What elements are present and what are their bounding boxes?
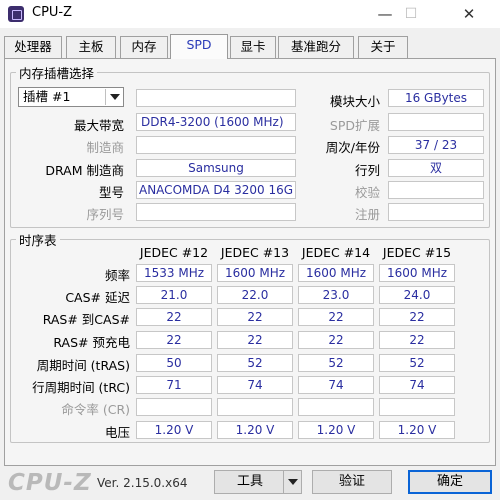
voltage-label: 电压 [104,425,130,440]
maximize-button[interactable]: ☐ [388,0,434,28]
timing-value [298,398,374,416]
timing-value: 22 [217,331,293,349]
spd-ext-field [388,113,484,131]
week-year-label: 周次/年份 [325,140,380,155]
timing-column-header: JEDEC #15 [382,245,452,260]
registered-label: 注册 [354,207,380,222]
timing-value: 1.20 V [379,421,455,439]
cpuz-logo: CPU-Z [8,470,92,496]
timing-value: 24.0 [379,286,455,304]
timing-value: 1.20 V [136,421,212,439]
cas-latency-label: CAS# 延迟 [65,290,130,305]
tools-button-label: 工具 [236,474,263,489]
tab-bench[interactable]: 基准跑分 [278,36,354,58]
timing-value: 1600 MHz [298,264,374,282]
timing-column-header: JEDEC #13 [220,245,290,260]
timing-column-header: JEDEC #14 [301,245,371,260]
timing-value: 23.0 [298,286,374,304]
tab-bar: 处理器 主板 内存 SPD 显卡 基准跑分 关于 [4,34,496,59]
ranks-field: 双 [388,159,484,177]
tras-label: 周期时间 (tRAS) [36,358,130,373]
close-button[interactable]: ✕ [446,0,492,28]
tab-mainboard[interactable]: 主板 [66,36,116,58]
tab-graphics[interactable]: 显卡 [230,36,276,58]
ras-to-cas-label: RAS# 到CAS# [42,312,130,327]
timing-value: 1.20 V [217,421,293,439]
tools-button[interactable]: 工具 [214,470,302,494]
verify-label: 校验 [354,185,380,200]
max-bandwidth-label: 最大带宽 [73,118,124,133]
dram-manufacturer-field: Samsung [136,159,296,177]
dram-manufacturer-label: DRAM 制造商 [45,163,124,178]
ok-button[interactable]: 确定 [408,470,492,494]
slot-select-value: 插槽 #1 [23,89,71,104]
timing-value: 52 [298,354,374,372]
timing-value: 1533 MHz [136,264,212,282]
timing-value: 1600 MHz [217,264,293,282]
tab-spd[interactable]: SPD [170,34,228,59]
ras-precharge-label: RAS# 预充电 [53,335,130,350]
chevron-down-icon[interactable] [283,471,301,493]
trc-label: 行周期时间 (tRC) [32,380,130,395]
slot-select[interactable]: 插槽 #1 [18,87,124,107]
serial-label: 序列号 [86,207,124,222]
spd-ext-label: SPD扩展 [329,118,380,133]
validate-button[interactable]: 验证 [312,470,392,494]
timing-value: 1600 MHz [379,264,455,282]
timing-column-header: JEDEC #12 [139,245,209,260]
model-field: ANACOMDA D4 3200 16G [136,181,296,199]
memory-type-field [136,89,296,107]
timing-value [379,398,455,416]
registered-field [388,203,484,221]
module-size-label: 模块大小 [329,94,380,109]
timing-value: 1.20 V [298,421,374,439]
manufacturer-label: 制造商 [86,140,124,155]
timing-value: 22 [298,308,374,326]
model-label: 型号 [98,185,124,200]
chevron-down-icon [105,89,122,105]
serial-field [136,203,296,221]
title-bar: CPU-Z — ☐ ✕ [0,0,500,28]
timing-value: 22 [136,308,212,326]
timing-value: 71 [136,376,212,394]
frequency-label: 频率 [104,268,130,283]
ranks-label: 行列 [354,163,380,178]
version-text: Ver. 2.15.0.x64 [97,476,188,490]
tab-memory[interactable]: 内存 [120,36,168,58]
timing-value: 22 [217,308,293,326]
timing-value: 22 [379,308,455,326]
timing-value [136,398,212,416]
timings-group-title: 时序表 [16,230,60,249]
timing-value: 22.0 [217,286,293,304]
timing-value: 52 [217,354,293,372]
command-rate-label: 命令率 (CR) [61,402,130,417]
slot-group-title: 内存插槽选择 [16,63,98,82]
timing-value: 22 [379,331,455,349]
tab-processor[interactable]: 处理器 [4,36,62,58]
week-year-field: 37 / 23 [388,136,484,154]
tab-about[interactable]: 关于 [358,36,408,58]
module-size-field: 16 GBytes [388,89,484,107]
timing-value: 22 [298,331,374,349]
timing-value: 74 [217,376,293,394]
timing-value [217,398,293,416]
timing-value: 74 [379,376,455,394]
timing-value: 52 [379,354,455,372]
verify-field [388,181,484,199]
window-title: CPU-Z [32,5,73,20]
timing-value: 21.0 [136,286,212,304]
timing-value: 50 [136,354,212,372]
timing-value: 74 [298,376,374,394]
cpuz-app-icon [8,6,24,22]
manufacturer-field [136,136,296,154]
max-bandwidth-field: DDR4-3200 (1600 MHz) [136,113,296,131]
timing-value: 22 [136,331,212,349]
